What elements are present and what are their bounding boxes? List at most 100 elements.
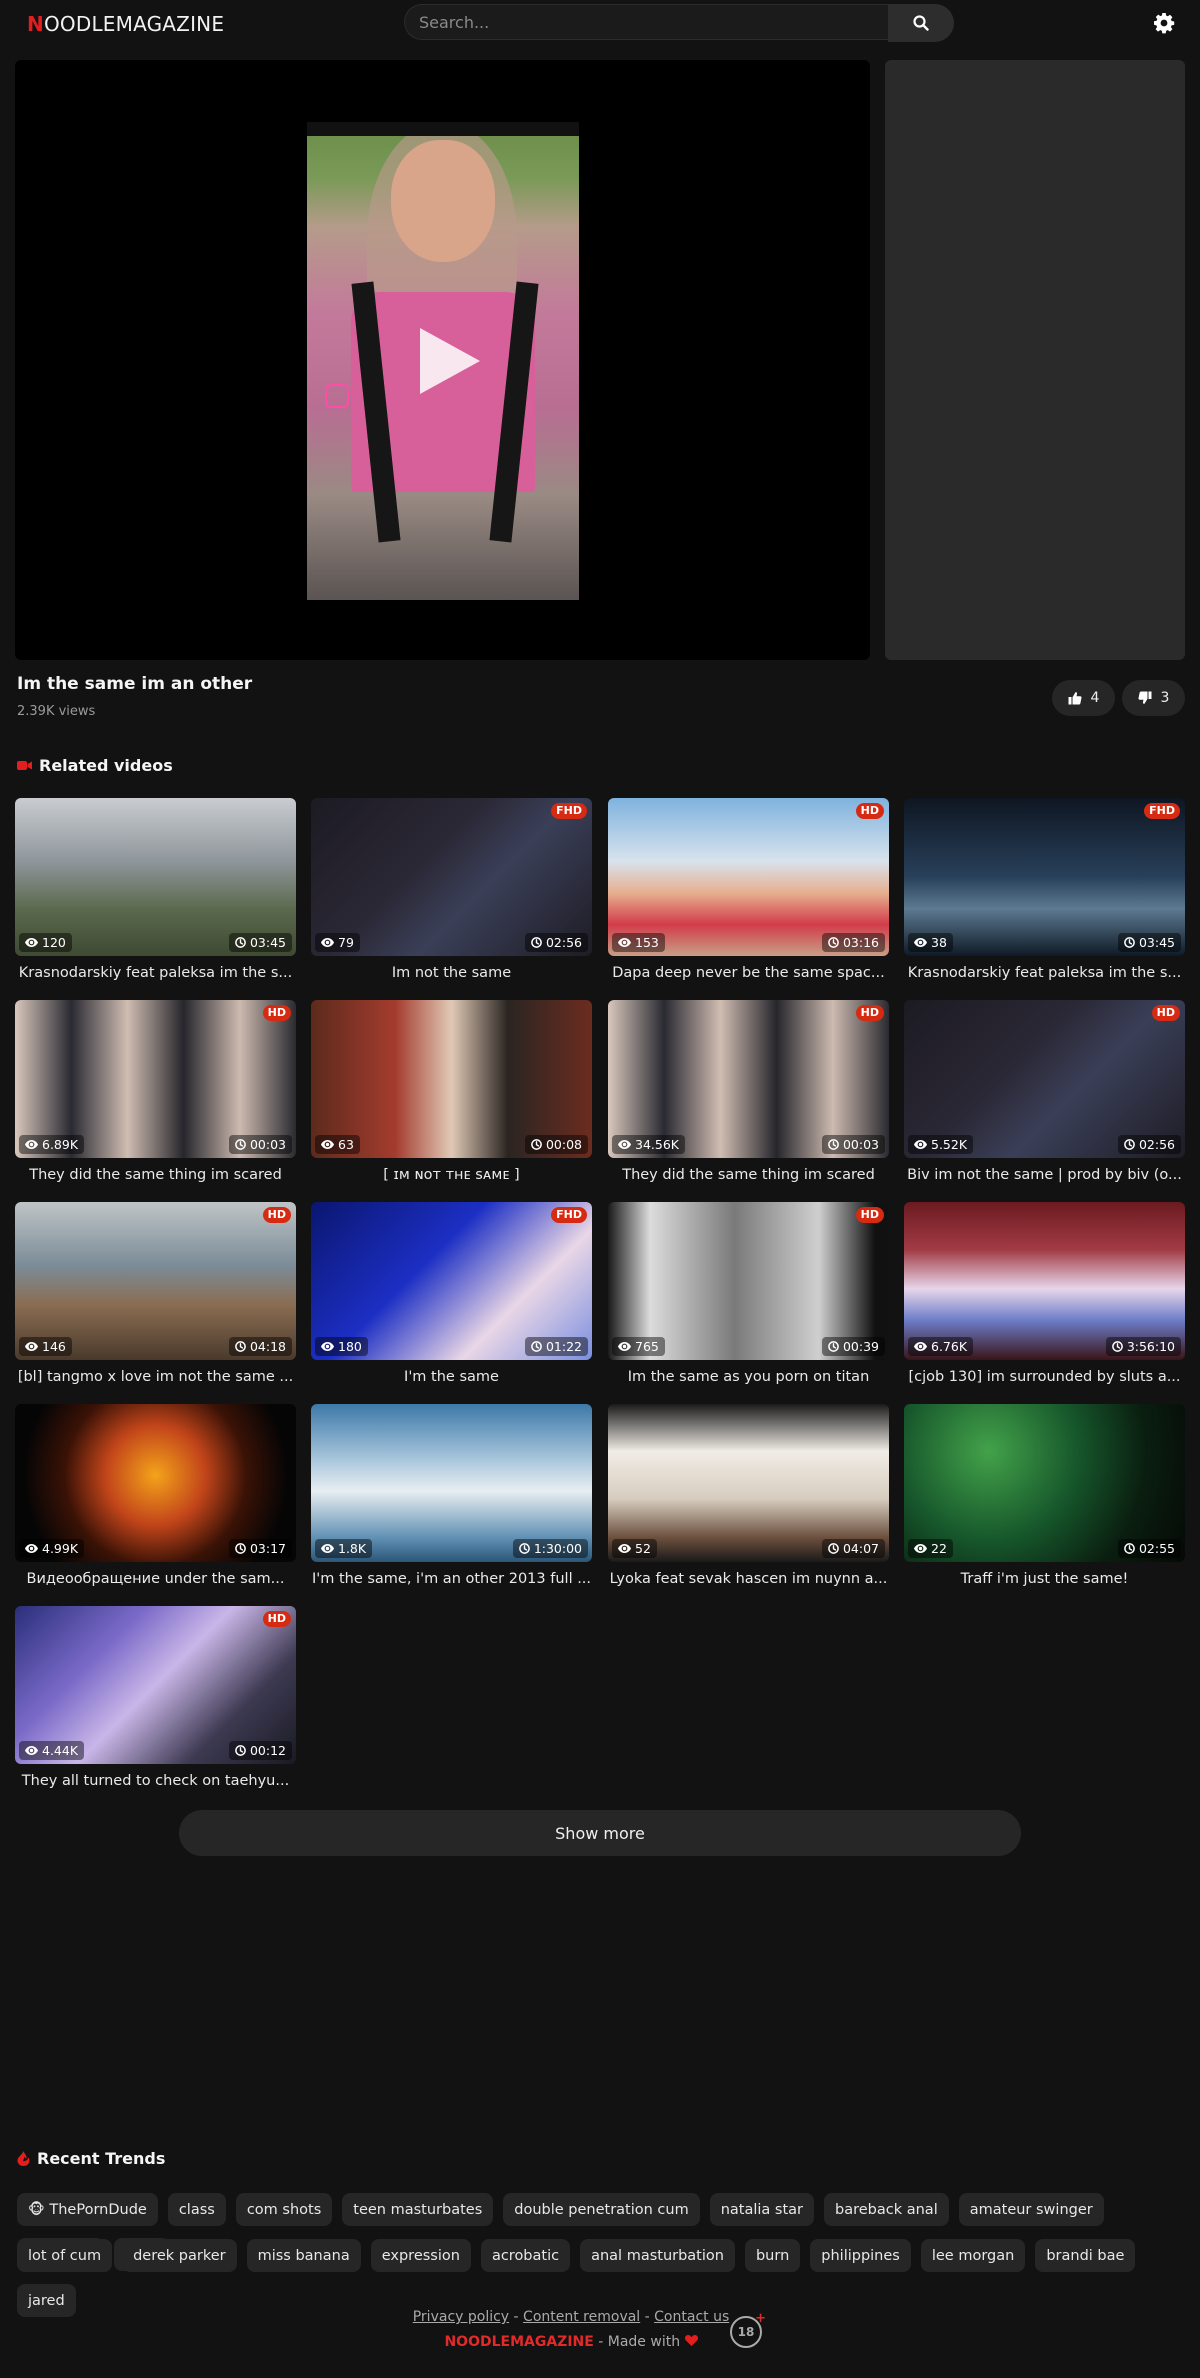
video-card[interactable]: HD 6.89K 00:03 They did the same thing im s… (15, 1000, 296, 1195)
view-count: 153 (612, 933, 665, 952)
video-thumbnail[interactable]: FHD 180 01:22 (311, 1202, 592, 1360)
trend-tag[interactable]: lee morgan (920, 2239, 1026, 2272)
like-button[interactable]: 4 (1052, 680, 1115, 716)
video-thumbnail[interactable]: 22 02:55 (904, 1404, 1185, 1562)
video-card[interactable]: 120 03:45 Krasnodarskiy feat paleksa im th… (15, 798, 296, 993)
video-thumbnail[interactable]: 52 04:07 (608, 1404, 889, 1562)
video-thumbnail[interactable]: 63 00:08 (311, 1000, 592, 1158)
video-card-title[interactable]: I'm the same, i'm an other 2013 full ... (311, 1571, 592, 1587)
video-card-title[interactable]: Krasnodarskiy feat paleksa im the s... (15, 965, 296, 981)
video-card-title[interactable]: They all turned to check on taehyu... (15, 1773, 296, 1789)
video-card[interactable]: HD 765 00:39 Im the same as you porn on tit… (608, 1202, 889, 1397)
video-thumbnail[interactable]: HD 4.44K 00:12 (15, 1606, 296, 1764)
video-thumbnail[interactable]: HD 5.52K 02:56 (904, 1000, 1185, 1158)
video-thumbnail[interactable]: HD 153 03:16 (608, 798, 889, 956)
video-card[interactable]: HD 4.44K 00:12 They all turned to check on … (15, 1606, 296, 1801)
show-more-button[interactable]: Show more (179, 1810, 1021, 1856)
video-thumbnail[interactable]: 120 03:45 (15, 798, 296, 956)
video-card[interactable]: HD 153 03:16 Dapa deep never be the same sp… (608, 798, 889, 993)
play-icon[interactable] (420, 328, 480, 394)
search-input[interactable] (404, 4, 888, 40)
video-card[interactable]: 1.8K 1:30:00 I'm the same, i'm an other 20… (311, 1404, 592, 1599)
trend-tag[interactable]: derek parker (122, 2239, 237, 2272)
video-card-title[interactable]: I'm the same (311, 1369, 592, 1385)
video-thumbnail[interactable]: FHD 38 03:45 (904, 798, 1185, 956)
site-logo[interactable]: NOODLEMAGAZINE (27, 12, 224, 36)
trend-tag[interactable]: expression (370, 2239, 471, 2272)
video-card[interactable]: FHD 180 01:22 I'm the same (311, 1202, 592, 1397)
video-thumbnail[interactable]: 6.76K 3:56:10 (904, 1202, 1185, 1360)
eye-icon (321, 1140, 334, 1149)
trend-tag[interactable]: burn (744, 2239, 801, 2272)
video-thumbnail[interactable]: 1.8K 1:30:00 (311, 1404, 592, 1562)
video-player[interactable] (15, 60, 870, 660)
video-thumbnail[interactable]: FHD 79 02:56 (311, 798, 592, 956)
video-card-title[interactable]: Traff i'm just the same! (904, 1571, 1185, 1587)
video-card-title[interactable]: Im not the same (311, 965, 592, 981)
video-thumbnail[interactable]: HD 765 00:39 (608, 1202, 889, 1360)
video-thumbnail[interactable]: HD 34.56K 00:03 (608, 1000, 889, 1158)
video-card[interactable]: 22 02:55 Traff i'm just the same! (904, 1404, 1185, 1599)
duration: 04:18 (228, 1337, 292, 1356)
trend-tag[interactable]: class (167, 2193, 226, 2226)
view-count: 120 (19, 933, 72, 952)
video-card-title[interactable]: Biv im not the same | prod by biv (o... (904, 1167, 1185, 1183)
video-card[interactable]: HD 34.56K 00:03 They did the same thing im … (608, 1000, 889, 1195)
like-count: 4 (1090, 690, 1100, 706)
contact-link[interactable]: Contact us (654, 2309, 729, 2325)
video-card-title[interactable]: Видеообращение under the sam... (15, 1571, 296, 1587)
video-card[interactable]: 63 00:08 [ ɪᴍ ɴᴏᴛ ᴛʜᴇ sᴀᴍᴇ ] (311, 1000, 592, 1195)
search-button[interactable] (888, 4, 954, 42)
video-card-title[interactable]: They did the same thing im scared (608, 1167, 889, 1183)
duration-text: 03:45 (249, 935, 286, 950)
trend-tag[interactable]: brandi bae (1035, 2239, 1136, 2272)
view-count-text: 34.56K (635, 1137, 679, 1152)
video-card-title[interactable]: Krasnodarskiy feat paleksa im the s... (904, 965, 1185, 981)
video-card-title[interactable]: [bl] tangmo x love im not the same ... (15, 1369, 296, 1385)
quality-badge: HD (262, 1611, 291, 1627)
dislike-button[interactable]: 3 (1122, 680, 1185, 716)
video-card[interactable]: 6.76K 3:56:10 [cjob 130] im surrounded by … (904, 1202, 1185, 1397)
video-card[interactable]: FHD 38 03:45 Krasnodarskiy feat paleksa im … (904, 798, 1185, 993)
trend-tag[interactable]: teen masturbates (342, 2193, 494, 2226)
trend-tag[interactable]: com shots (235, 2193, 333, 2226)
video-card-title[interactable]: Lyoka feat sevak hascen im nuynn a... (608, 1571, 889, 1587)
footer-sep: - (640, 2309, 655, 2325)
side-panel (885, 60, 1185, 660)
trend-tag[interactable]: philippines (810, 2239, 911, 2272)
trend-tag[interactable]: miss banana (246, 2239, 361, 2272)
trend-tag[interactable]: double penetration cum (503, 2193, 700, 2226)
video-card-title[interactable]: They did the same thing im scared (15, 1167, 296, 1183)
clock-icon (518, 1543, 530, 1554)
video-card[interactable]: HD 146 04:18 [bl] tangmo x love im not the … (15, 1202, 296, 1397)
content-removal-link[interactable]: Content removal (523, 2309, 640, 2325)
dislike-count: 3 (1160, 690, 1170, 706)
video-thumbnail[interactable]: 4.99K 03:17 (15, 1404, 296, 1562)
video-card[interactable]: HD 5.52K 02:56 Biv im not the same | prod b… (904, 1000, 1185, 1195)
video-thumbnail[interactable]: HD 6.89K 00:03 (15, 1000, 296, 1158)
clock-icon (1111, 1341, 1123, 1352)
gear-icon[interactable] (1152, 11, 1176, 35)
duration-text: 01:22 (545, 1339, 582, 1354)
related-heading-text: Related videos (39, 756, 173, 775)
video-card-title[interactable]: [ ɪᴍ ɴᴏᴛ ᴛʜᴇ sᴀᴍᴇ ] (311, 1167, 592, 1183)
trend-tag[interactable]: anal masturbation (580, 2239, 735, 2272)
duration-text: 00:03 (842, 1137, 879, 1152)
trend-tag[interactable]: bareback anal (824, 2193, 949, 2226)
trend-tag[interactable]: natalia star (709, 2193, 815, 2226)
trend-tag[interactable]: acrobatic (480, 2239, 571, 2272)
footer-brand[interactable]: NOODLEMAGAZINE (444, 2334, 593, 2350)
view-count-text: 120 (42, 935, 66, 950)
video-card[interactable]: 52 04:07 Lyoka feat sevak hascen im nuynn … (608, 1404, 889, 1599)
video-card-title[interactable]: Dapa deep never be the same spac... (608, 965, 889, 981)
video-thumbnail[interactable]: HD 146 04:18 (15, 1202, 296, 1360)
video-card-title[interactable]: [cjob 130] im surrounded by sluts a... (904, 1369, 1185, 1385)
privacy-link[interactable]: Privacy policy (413, 2309, 509, 2325)
video-card-title[interactable]: Im the same as you porn on titan (608, 1369, 889, 1385)
trend-tag[interactable]: lot of cum (17, 2239, 113, 2272)
video-card[interactable]: 4.99K 03:17 Видеообращение under the sam..… (15, 1404, 296, 1599)
trend-tag[interactable]: amateur swinger (958, 2193, 1104, 2226)
trends-row-2: lot of cum derek parker miss banana express… (17, 2239, 1187, 2317)
trend-tag[interactable]: 🐵 ThePornDude (17, 2193, 158, 2226)
video-card[interactable]: FHD 79 02:56 Im not the same (311, 798, 592, 993)
